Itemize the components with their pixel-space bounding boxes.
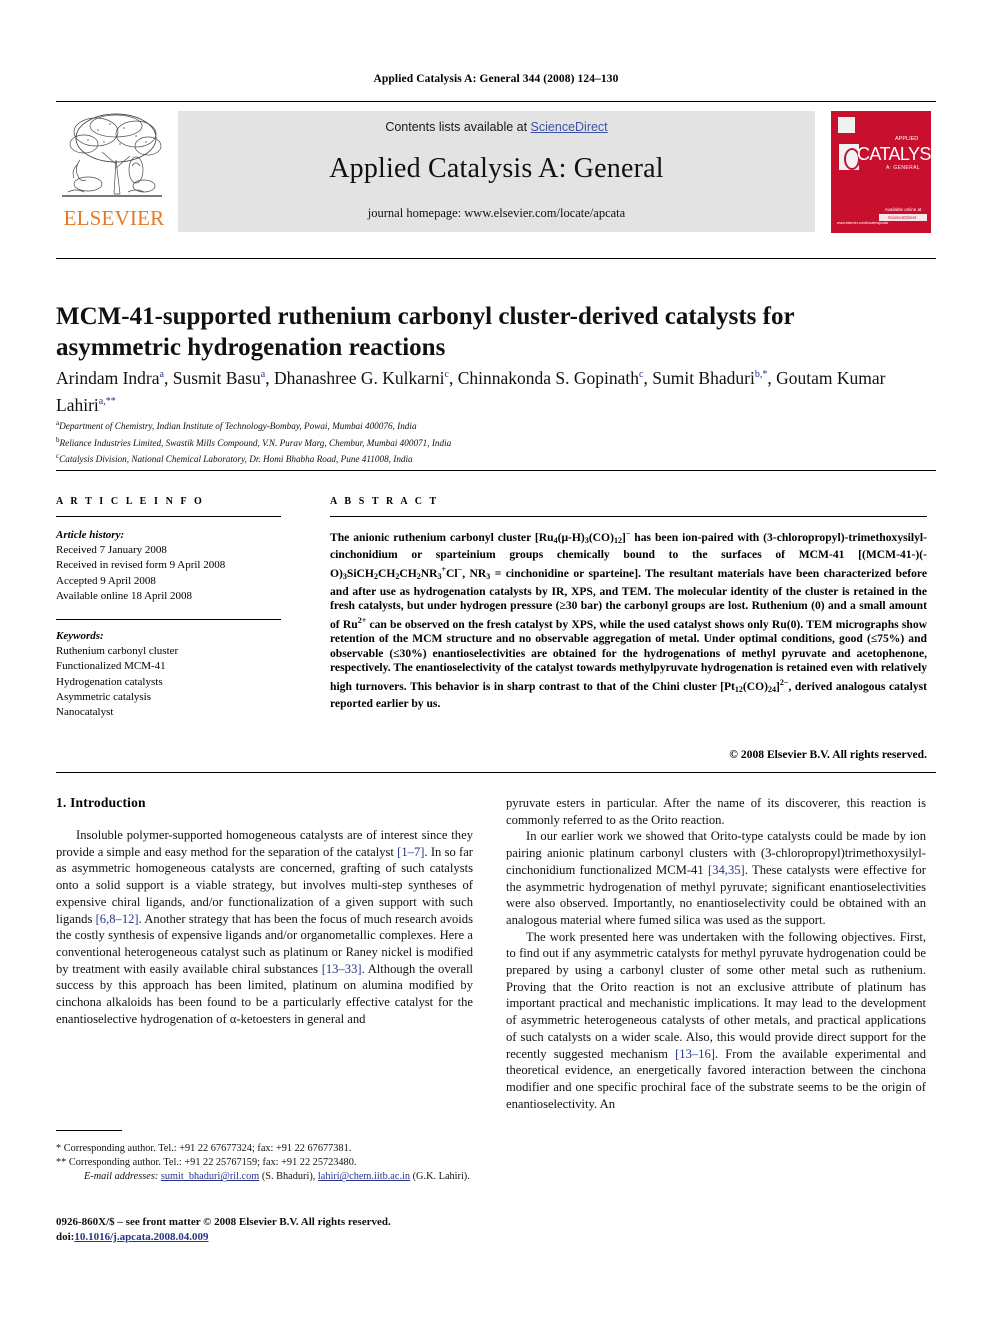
cover-general-label: A: GENERAL (886, 165, 921, 171)
footnote-emails: E-mail addresses: sumit_bhaduri@ril.com … (56, 1170, 476, 1184)
email-owner-bhaduri: (S. Bhaduri), (261, 1171, 316, 1183)
email-owner-lahiri: (G.K. Lahiri). (412, 1171, 470, 1183)
journal-cover-thumbnail: APPLIED CATALYSIS A: GENERAL Available o… (824, 108, 947, 234)
paragraph: pyruvate esters in particular. After the… (506, 796, 926, 827)
article-history-item: Received in revised form 9 April 2008 (56, 559, 226, 572)
affiliation-item: bReliance Industries Limited, Swastik Mi… (56, 434, 756, 451)
email-addresses-label: E-mail addresses: (84, 1171, 159, 1183)
journal-band: Contents lists available at ScienceDirec… (178, 111, 815, 232)
contents-prefix: Contents lists available at (385, 120, 531, 134)
article-history-item: Received 7 January 2008 (56, 544, 167, 557)
footnote-marker: * (56, 1143, 62, 1154)
keyword-list: Keywords: Ruthenium carbonyl cluster Fun… (56, 629, 296, 720)
body-column-right: pyruvate esters in particular. After the… (506, 795, 926, 1112)
doi-link[interactable]: 10.1016/j.apcata.2008.04.009 (74, 1231, 208, 1243)
elsevier-logo: ELSEVIER (56, 108, 174, 232)
cover-sciencedirect-badge: ScienceDirect (879, 214, 927, 221)
front-matter-line: 0926-860X/$ – see front matter © 2008 El… (56, 1216, 391, 1228)
paragraph: In our earlier work we showed that Orito… (506, 829, 926, 927)
abstract-heading: A B S T R A C T (330, 496, 439, 507)
abstract-copyright: © 2008 Elsevier B.V. All rights reserved… (729, 748, 927, 761)
article-title: MCM-41-supported ruthenium carbonyl clus… (56, 302, 795, 361)
footnote-corresponding-1: * Corresponding author. Tel.: +91 22 676… (56, 1142, 476, 1156)
footnote-block: * Corresponding author. Tel.: +91 22 676… (56, 1142, 476, 1185)
masthead-bottom-rule (56, 258, 936, 259)
footnote-rule (56, 1130, 122, 1131)
article-history: Article history: Received 7 January 2008… (56, 528, 296, 604)
affiliation-list: aDepartment of Chemistry, Indian Institu… (56, 417, 756, 467)
sciencedirect-link[interactable]: ScienceDirect (531, 120, 608, 134)
keyword-item: Ruthenium carbonyl cluster (56, 645, 179, 658)
keywords-rule (56, 619, 281, 620)
article-info-rule (56, 516, 281, 517)
keyword-item: Asymmetric catalysis (56, 690, 152, 703)
footnote-text: Corresponding author. Tel.: +91 22 25767… (68, 1157, 357, 1169)
paragraph: Insoluble polymer-supported homogeneous … (56, 828, 474, 1026)
affiliation-item: cCatalysis Division, National Chemical L… (56, 450, 756, 467)
cover-elsevier-mark-icon (838, 117, 855, 133)
cover-applied-label: APPLIED (895, 136, 919, 142)
journal-article-page: Applied Catalysis A: General 344 (2008) … (0, 0, 992, 1323)
footnote-marker: ** (56, 1157, 67, 1169)
keyword-item: Nanocatalyst (56, 706, 114, 719)
affiliation-item: aDepartment of Chemistry, Indian Institu… (56, 417, 756, 434)
article-history-item: Accepted 9 April 2008 (56, 574, 156, 587)
cover-monogram-icon (839, 144, 860, 170)
paragraph: The work presented here was undertaken w… (506, 929, 927, 1111)
doi-line: doi:10.1016/j.apcata.2008.04.009 (56, 1230, 516, 1245)
keywords-label: Keywords: (56, 630, 104, 642)
article-info-heading: A R T I C L E I N F O (56, 496, 205, 507)
affiliation-text: Department of Chemistry, Indian Institut… (59, 421, 417, 432)
elsevier-wordmark: ELSEVIER (63, 206, 165, 230)
contents-available-line: Contents lists available at ScienceDirec… (178, 120, 815, 134)
footnote-corresponding-2: ** Corresponding author. Tel.: +91 22 25… (56, 1156, 476, 1170)
article-history-item: Available online 18 April 2008 (56, 589, 193, 602)
cover-catalysis-label: CATALYSIS (857, 144, 947, 164)
cover-sciencedirect-label: Available online at (884, 207, 922, 212)
affiliation-text: Reliance Industries Limited, Swastik Mil… (59, 437, 452, 448)
abstract-text: The anionic ruthenium carbonyl cluster [… (330, 529, 927, 711)
email-link-bhaduri[interactable]: sumit_bhaduri@ril.com (161, 1171, 259, 1182)
elsevier-tree-icon (58, 108, 166, 206)
body-column-left: 1. Introduction Insoluble polymer-suppor… (56, 795, 473, 1027)
top-rule (56, 101, 936, 102)
journal-title: Applied Catalysis A: General (329, 153, 664, 184)
abstract-rule (330, 516, 927, 517)
cover-url-note: www.elsevier.com/locate/apcata (837, 221, 888, 225)
cover-art: APPLIED CATALYSIS A: GENERAL Available o… (831, 111, 947, 233)
abstract-bottom-rule (56, 772, 936, 773)
affiliation-text: Catalysis Division, National Chemical La… (59, 454, 413, 465)
article-history-label: Article history: (56, 529, 125, 541)
doi-prefix: doi: (56, 1230, 75, 1243)
footnote-text: Corresponding author. Tel.: +91 22 67677… (63, 1143, 352, 1154)
section-heading-introduction: 1. Introduction (56, 795, 146, 810)
running-head: Applied Catalysis A: General 344 (2008) … (373, 73, 619, 85)
keyword-item: Functionalized MCM-41 (56, 660, 166, 673)
journal-homepage: journal homepage: www.elsevier.com/locat… (367, 206, 626, 220)
cover-sciencedirect-name: ScienceDirect (888, 214, 917, 220)
affiliation-bottom-rule (56, 470, 936, 471)
journal-masthead: ELSEVIER Contents lists available at Sci… (56, 108, 947, 234)
imprint-block: 0926-860X/$ – see front matter © 2008 El… (56, 1215, 516, 1244)
author-list: Arindam Indraa, Susmit Basua, Dhanashree… (56, 367, 886, 415)
keyword-item: Hydrogenation catalysts (56, 675, 163, 688)
email-link-lahiri[interactable]: lahiri@chem.iitb.ac.in (318, 1171, 410, 1182)
